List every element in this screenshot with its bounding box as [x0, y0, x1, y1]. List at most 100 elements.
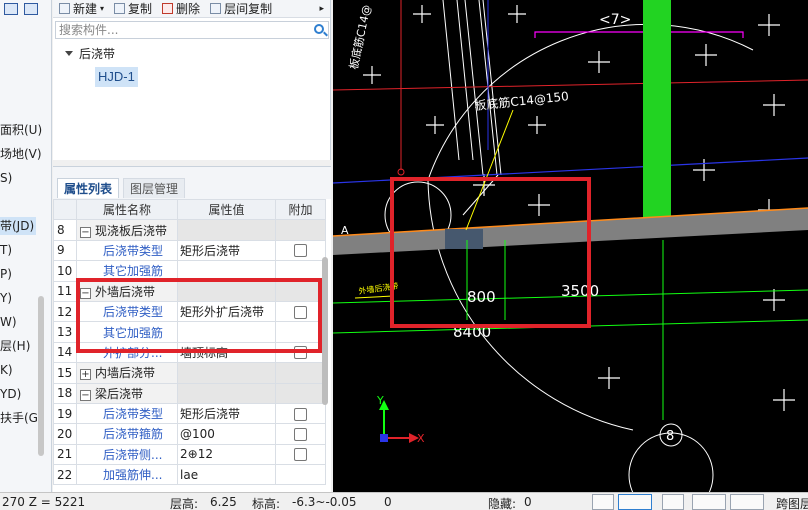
- table-row[interactable]: 20 后浇带箍筋 @100: [53, 423, 326, 445]
- status-bar: 270 Z = 5221 层高: 6.25 标高: -6.3~-0.05 0 隐…: [0, 492, 808, 510]
- tab-layer-management[interactable]: 图层管理: [123, 178, 186, 198]
- add-snap-icon[interactable]: [730, 494, 764, 510]
- table-row[interactable]: 9 后浇带类型 矩形后浇带: [53, 239, 326, 262]
- label-rebar-1: 板底筋C14@: [346, 3, 373, 70]
- property-name-cell: 加强筋伸...: [76, 464, 178, 486]
- extra-checkbox[interactable]: [294, 244, 307, 258]
- extra-checkbox[interactable]: [294, 448, 307, 462]
- row-index: 22: [53, 464, 77, 486]
- header-extra: 附加: [275, 198, 326, 221]
- label-axis-7: <7>: [599, 12, 631, 28]
- component-search-box: [55, 21, 329, 39]
- header-property-name: 属性名称: [76, 198, 178, 221]
- table-row[interactable]: 8− 现浇板后浇带: [53, 219, 326, 241]
- component-search-input[interactable]: [56, 22, 306, 38]
- collapse-icon[interactable]: −: [80, 226, 91, 238]
- row-index: 13: [53, 321, 77, 343]
- cross-toggle-icon[interactable]: [662, 494, 684, 510]
- property-value-cell[interactable]: 矩形后浇带: [177, 239, 276, 262]
- property-name-text: 后浇带类型: [103, 407, 164, 422]
- sidebar-scrollbar[interactable]: [38, 296, 44, 456]
- delete-button[interactable]: 删除: [162, 0, 200, 17]
- property-value-cell[interactable]: 2⊕12: [177, 443, 276, 466]
- ucs-origin: [380, 434, 388, 442]
- tree-root-label: 后浇带: [79, 47, 116, 61]
- status-misc-value: 0: [384, 495, 392, 509]
- cad-red-line-horizontal: [333, 79, 808, 91]
- property-name-cell: 后浇带类型: [76, 402, 178, 425]
- sidebar-item-s[interactable]: S): [0, 169, 12, 187]
- group-name-cell: + 内墙后浇带: [76, 362, 178, 384]
- sidebar-item-floor[interactable]: 层(H): [0, 337, 30, 355]
- ucs-axis-icon: Y X: [376, 394, 425, 445]
- copy-button[interactable]: 复制: [114, 0, 152, 17]
- collapse-icon[interactable]: −: [80, 389, 91, 401]
- row-index: 9: [53, 239, 77, 262]
- property-scrollbar[interactable]: [322, 257, 328, 405]
- sidebar-item-w[interactable]: W): [0, 313, 17, 331]
- highlight-box-properties: [76, 278, 322, 353]
- sidebar-item-post-cast-strip[interactable]: 带(JD): [0, 217, 36, 235]
- status-cross-floor-button[interactable]: 跨图层: [776, 495, 808, 510]
- status-elevation-label: 标高:: [252, 497, 281, 510]
- property-value-cell[interactable]: 矩形后浇带: [177, 402, 276, 425]
- extra-checkbox[interactable]: [294, 407, 307, 421]
- property-value-cell[interactable]: lae: [177, 464, 276, 486]
- row-index: 21: [53, 443, 77, 466]
- new-button[interactable]: 新建 ▾: [59, 0, 104, 17]
- property-name-cell: 后浇带箍筋: [76, 423, 178, 445]
- extra-checkbox[interactable]: [294, 427, 307, 441]
- left-sidebar: 面积(U) 场地(V) S) 带(JD) T) P) Y) W) 层(H) K)…: [0, 0, 52, 492]
- tree-item-hjd-1[interactable]: HJD-1: [95, 67, 138, 87]
- sidebar-item-handrail[interactable]: 扶手(G): [0, 409, 43, 427]
- sidebar-save-icon[interactable]: [24, 3, 38, 15]
- row-index: 20: [53, 423, 77, 445]
- sidebar-item-p[interactable]: P): [0, 265, 12, 283]
- sidebar-item-k[interactable]: K): [0, 361, 13, 379]
- table-row[interactable]: 15 + 内墙后浇带: [53, 362, 326, 384]
- row-index: 14: [53, 341, 77, 364]
- collapse-arrow-icon[interactable]: [65, 51, 73, 56]
- new-icon: [59, 3, 70, 14]
- label-a: A: [341, 224, 349, 237]
- header-property-value: 属性值: [177, 198, 276, 221]
- sidebar-item-site[interactable]: 场地(V): [0, 145, 42, 163]
- delete-icon: [162, 3, 174, 14]
- toolbar-more-button[interactable]: ▸: [319, 4, 324, 14]
- row-index: 19: [53, 402, 77, 425]
- sidebar-item-y[interactable]: Y): [0, 289, 12, 307]
- sidebar-item-yd[interactable]: YD): [0, 385, 21, 403]
- floor-copy-icon: [210, 3, 222, 14]
- sidebar-item-area[interactable]: 面积(U): [0, 121, 42, 139]
- floor-copy-button[interactable]: 层间复制: [210, 0, 272, 17]
- row-index: 15: [53, 362, 77, 384]
- table-row[interactable]: 22 加强筋伸... lae: [53, 464, 326, 486]
- table-row[interactable]: 19 后浇带类型 矩形后浇带: [53, 402, 326, 425]
- cad-green-column: [643, 0, 671, 222]
- snap-toggle-icon[interactable]: [618, 494, 652, 510]
- status-elevation-value: -6.3~-0.05: [292, 495, 357, 509]
- sidebar-tool-icon[interactable]: [4, 3, 18, 15]
- label-ucs-x: X: [417, 432, 425, 445]
- angle-toggle-icon[interactable]: [692, 494, 726, 510]
- expand-icon[interactable]: +: [80, 369, 91, 381]
- property-value-cell[interactable]: @100: [177, 423, 276, 445]
- property-name-text: 现浇板后浇带: [95, 223, 168, 238]
- cad-hatch-2: [456, 0, 474, 161]
- property-name-cell: 后浇带类型: [76, 239, 178, 262]
- table-row[interactable]: 18− 梁后浇带: [53, 382, 326, 404]
- property-value-cell: [177, 382, 276, 404]
- dropdown-arrow-icon: ▾: [100, 4, 105, 13]
- sidebar-top-icons: [0, 0, 51, 18]
- search-icon[interactable]: [314, 24, 324, 34]
- status-hidden-label: 隐藏:: [488, 497, 517, 510]
- property-value-cell: [177, 219, 276, 241]
- ortho-toggle-icon[interactable]: [592, 494, 614, 510]
- highlight-box-drawing: [390, 177, 591, 328]
- table-row[interactable]: 21 后浇带侧... 2⊕12: [53, 443, 326, 466]
- extra-cell: [275, 443, 326, 466]
- tab-property-list[interactable]: 属性列表: [57, 178, 120, 198]
- row-index: 12: [53, 300, 77, 323]
- sidebar-item-t[interactable]: T): [0, 241, 12, 259]
- tree-root-node[interactable]: 后浇带: [65, 45, 115, 62]
